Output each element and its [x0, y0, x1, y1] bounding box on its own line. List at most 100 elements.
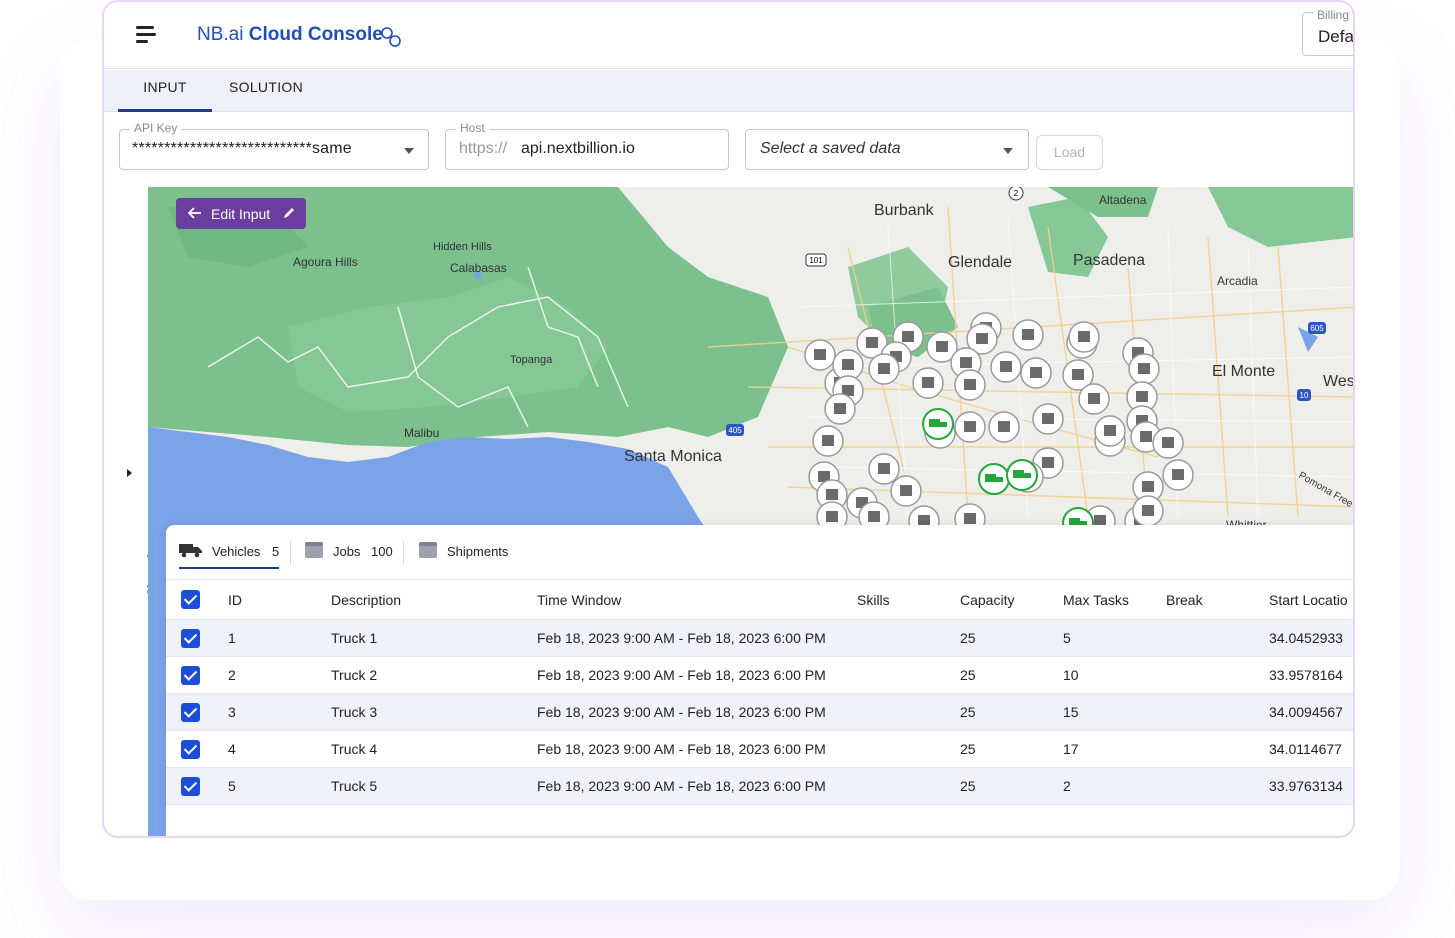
- job-marker-icon[interactable]: [1128, 353, 1160, 385]
- table-row[interactable]: 5 Truck 5 Feb 18, 2023 9:00 AM - Feb 18, 2…: [166, 768, 1353, 805]
- job-marker-icon[interactable]: [812, 425, 844, 457]
- brand-prefix: NB.ai: [197, 24, 244, 45]
- job-marker-icon[interactable]: [890, 475, 922, 507]
- job-marker-icon[interactable]: [1032, 403, 1064, 435]
- map-label-pasadena: Pasadena: [1073, 252, 1145, 269]
- cell-skills: [857, 657, 947, 693]
- vehicle-marker-icon[interactable]: [922, 408, 954, 440]
- show-json-strip[interactable]: Show Json: [104, 187, 160, 836]
- vehicle-marker-icon[interactable]: [978, 463, 1010, 495]
- select-all-checkbox[interactable]: [181, 590, 200, 609]
- shield-2: 2: [1014, 189, 1019, 198]
- brand-logo-icon: [381, 27, 401, 47]
- cell-capacity: 25: [960, 704, 976, 720]
- subtab-shipments[interactable]: Shipments: [419, 541, 529, 569]
- data-panel: Vehicles 5 Jobs 100 Shipments ID Descrip…: [166, 525, 1353, 836]
- app-window: NB.ai Cloud Console Billing Defa INPUT S…: [102, 0, 1355, 838]
- cell-id: 1: [228, 630, 236, 646]
- job-marker-icon[interactable]: [868, 453, 900, 485]
- edit-input-button[interactable]: Edit Input: [176, 198, 306, 229]
- map-label-altadena: Altadena: [1099, 193, 1147, 207]
- row-checkbox[interactable]: [181, 702, 200, 722]
- cell-id: 4: [228, 741, 236, 757]
- chevron-right-icon[interactable]: [127, 469, 132, 477]
- job-marker-icon[interactable]: [1132, 495, 1164, 527]
- cell-capacity: 25: [960, 630, 976, 646]
- chevron-down-icon[interactable]: [1003, 148, 1013, 154]
- job-marker-icon[interactable]: [1152, 427, 1184, 459]
- row-checkbox[interactable]: [181, 739, 200, 759]
- cell-capacity: 25: [960, 741, 976, 757]
- job-marker-icon[interactable]: [1094, 415, 1126, 447]
- table-row[interactable]: 4 Truck 4 Feb 18, 2023 9:00 AM - Feb 18, 2…: [166, 731, 1353, 768]
- col-header-description[interactable]: Description: [331, 580, 521, 619]
- job-marker-icon[interactable]: [868, 353, 900, 385]
- job-marker-icon[interactable]: [1012, 319, 1044, 351]
- map-label-topanga: Topanga: [510, 354, 553, 366]
- host-prefix: https://: [459, 140, 508, 157]
- col-header-break[interactable]: Break: [1166, 580, 1256, 619]
- job-marker-icon[interactable]: [804, 339, 836, 371]
- shield-405: 405: [728, 426, 742, 435]
- job-marker-icon[interactable]: [1162, 459, 1194, 491]
- map-label-santa-monica: Santa Monica: [624, 448, 722, 465]
- pencil-icon: [284, 208, 294, 218]
- api-key-label: API Key: [130, 121, 182, 135]
- job-marker-icon[interactable]: [1068, 321, 1100, 353]
- job-marker-icon[interactable]: [954, 411, 986, 443]
- col-header-capacity[interactable]: Capacity: [960, 580, 1050, 619]
- cell-description: Truck 2: [331, 667, 378, 683]
- col-header-id[interactable]: ID: [228, 580, 318, 619]
- job-marker-icon[interactable]: [912, 367, 944, 399]
- map-label-wes: Wes: [1323, 373, 1355, 390]
- cell-max-tasks: 15: [1063, 704, 1079, 720]
- subtab-vehicles[interactable]: Vehicles 5: [179, 541, 279, 569]
- cell-description: Truck 3: [331, 704, 378, 720]
- row-checkbox[interactable]: [181, 776, 200, 796]
- cell-max-tasks: 17: [1063, 741, 1079, 757]
- cell-capacity: 25: [960, 778, 976, 794]
- cell-skills: [857, 694, 947, 730]
- cell-time-window: Feb 18, 2023 9:00 AM - Feb 18, 2023 6:00…: [537, 778, 826, 794]
- col-header-time-window[interactable]: Time Window: [537, 580, 837, 619]
- load-button[interactable]: Load: [1036, 135, 1103, 170]
- job-marker-icon[interactable]: [1078, 383, 1110, 415]
- saved-data-placeholder: Select a saved data: [760, 140, 901, 157]
- job-marker-icon[interactable]: [988, 411, 1020, 443]
- job-marker-icon[interactable]: [954, 369, 986, 401]
- table-row[interactable]: 2 Truck 2 Feb 18, 2023 9:00 AM - Feb 18, 2…: [166, 657, 1353, 694]
- tab-input[interactable]: INPUT: [118, 70, 212, 112]
- col-header-max-tasks[interactable]: Max Tasks: [1063, 580, 1153, 619]
- job-marker-icon[interactable]: [1020, 357, 1052, 389]
- brand-title[interactable]: NB.ai Cloud Console: [197, 24, 383, 46]
- box-icon: [419, 542, 437, 558]
- vehicle-marker-icon[interactable]: [1006, 459, 1038, 491]
- col-header-start-location[interactable]: Start Locatio: [1269, 580, 1353, 619]
- job-marker-icon[interactable]: [824, 393, 856, 425]
- map-label-burbank: Burbank: [874, 202, 935, 219]
- menu-icon[interactable]: [136, 26, 160, 46]
- map-label-el-monte: El Monte: [1212, 363, 1275, 380]
- col-header-skills[interactable]: Skills: [857, 580, 947, 619]
- cell-description: Truck 1: [331, 630, 378, 646]
- billing-value: Defa: [1318, 27, 1354, 46]
- cell-break: [1166, 694, 1256, 730]
- chevron-down-icon[interactable]: [404, 148, 414, 154]
- cell-time-window: Feb 18, 2023 9:00 AM - Feb 18, 2023 6:00…: [537, 630, 826, 646]
- shield-101: 101: [809, 256, 823, 265]
- table-row[interactable]: 1 Truck 1 Feb 18, 2023 9:00 AM - Feb 18, 2…: [166, 620, 1353, 657]
- subtab-jobs[interactable]: Jobs 100: [305, 541, 405, 569]
- cell-max-tasks: 2: [1063, 778, 1071, 794]
- map-label-hidden-hills: Hidden Hills: [433, 241, 492, 253]
- cell-skills: [857, 620, 947, 656]
- job-marker-icon[interactable]: [990, 351, 1022, 383]
- row-checkbox[interactable]: [181, 628, 200, 648]
- map-label-glendale: Glendale: [948, 254, 1012, 271]
- cell-time-window: Feb 18, 2023 9:00 AM - Feb 18, 2023 6:00…: [537, 741, 826, 757]
- table-row[interactable]: 3 Truck 3 Feb 18, 2023 9:00 AM - Feb 18, 2…: [166, 694, 1353, 731]
- row-checkbox[interactable]: [181, 665, 200, 685]
- cell-break: [1166, 620, 1256, 656]
- cell-start-location: 34.0452933: [1269, 630, 1343, 646]
- tab-solution[interactable]: SOLUTION: [228, 70, 304, 112]
- subtab-vehicles-label: Vehicles: [212, 544, 261, 559]
